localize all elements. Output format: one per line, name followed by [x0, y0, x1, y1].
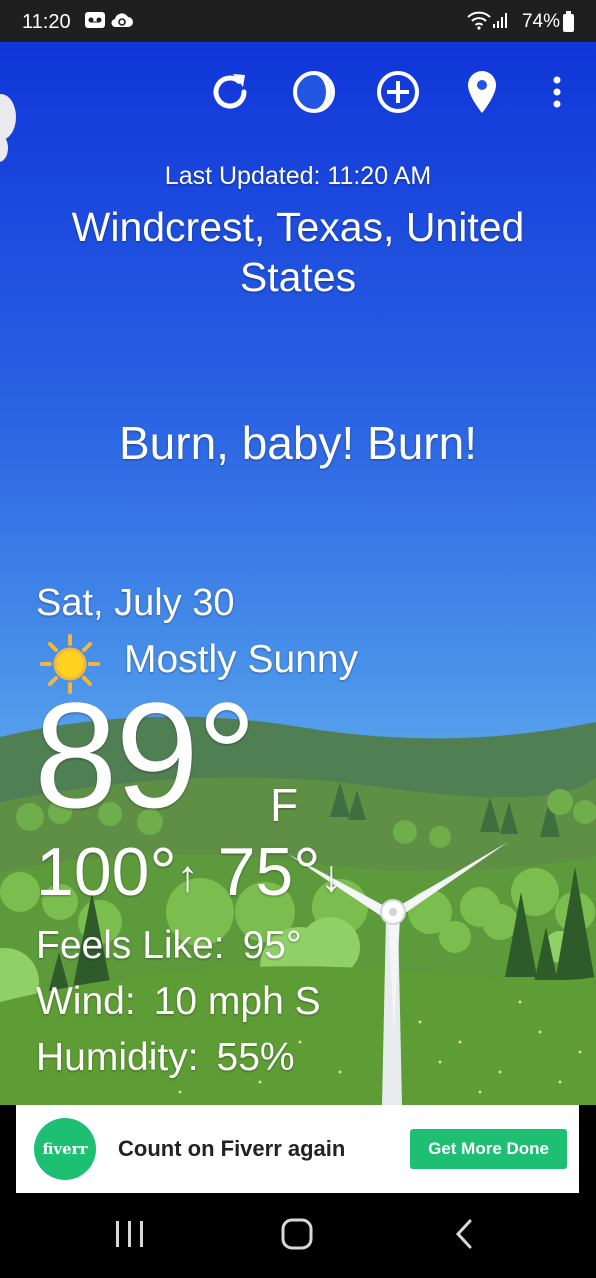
- wind-label: Wind:: [36, 980, 136, 1023]
- ad-banner[interactable]: fiverr Count on Fiverr again Get More Do…: [16, 1105, 579, 1193]
- add-location-icon: [375, 69, 421, 120]
- down-arrow-icon: ↓: [320, 852, 343, 902]
- moon-phase-button[interactable]: [290, 70, 338, 118]
- last-updated-text: Last Updated: 11:20 AM: [164, 162, 432, 190]
- humidity-label: Humidity:: [36, 1036, 199, 1079]
- feels-like-label: Feels Like:: [36, 924, 225, 967]
- battery-icon: [563, 11, 574, 32]
- battery-percent: 74%: [521, 11, 560, 32]
- status-bar: 11:20 74%: [0, 0, 596, 42]
- system-nav-bar: [0, 1193, 596, 1278]
- location-title[interactable]: Windcrest, Texas, United States: [40, 202, 556, 302]
- recent-apps-icon: [114, 1219, 146, 1254]
- voicemail-icon: [84, 11, 106, 34]
- up-arrow-icon: ↑: [176, 852, 199, 902]
- home-icon: [280, 1217, 314, 1256]
- status-time: 11:20: [22, 11, 71, 33]
- back-icon: [453, 1218, 475, 1255]
- weather-screen: Last Updated: 11:20 AM Windcrest, Texas,…: [0, 42, 596, 1105]
- high-low-temperature: 100°↑ 75°↓: [36, 832, 342, 917]
- weather-slogan: Burn, baby! Burn!: [119, 417, 477, 469]
- low-temperature: 75°: [217, 834, 321, 910]
- moon-phase-icon: [291, 69, 337, 120]
- current-temperature: 89°: [34, 671, 257, 839]
- back-button[interactable]: [434, 1211, 494, 1261]
- add-location-button[interactable]: [374, 70, 422, 118]
- wind-value: 10 mph S: [153, 980, 321, 1023]
- feels-like-value: 95°: [242, 924, 302, 967]
- refresh-icon: [207, 69, 253, 120]
- refresh-button[interactable]: [206, 70, 254, 118]
- overflow-menu-icon: [551, 75, 563, 114]
- ad-headline: Count on Fiverr again: [118, 1136, 346, 1161]
- humidity-row: Humidity: 55%: [36, 1036, 295, 1080]
- cloud-sync-icon: [110, 11, 134, 34]
- recent-apps-button[interactable]: [100, 1211, 160, 1261]
- temperature-unit[interactable]: F: [270, 778, 298, 832]
- signal-icon: [492, 11, 510, 34]
- fiverr-logo: fiverr: [34, 1118, 96, 1180]
- high-temperature: 100°: [36, 834, 177, 910]
- home-button[interactable]: [267, 1211, 327, 1261]
- wind-row: Wind: 10 mph S: [36, 980, 321, 1024]
- forecast-date: Sat, July 30: [36, 582, 235, 624]
- humidity-value: 55%: [216, 1036, 295, 1079]
- location-pin-button[interactable]: [458, 70, 506, 118]
- overflow-menu-button[interactable]: [533, 70, 581, 118]
- ad-cta-button[interactable]: Get More Done: [410, 1129, 567, 1169]
- feels-like-row: Feels Like: 95°: [36, 924, 302, 968]
- location-pin-icon: [462, 69, 502, 120]
- wifi-icon: [466, 11, 492, 36]
